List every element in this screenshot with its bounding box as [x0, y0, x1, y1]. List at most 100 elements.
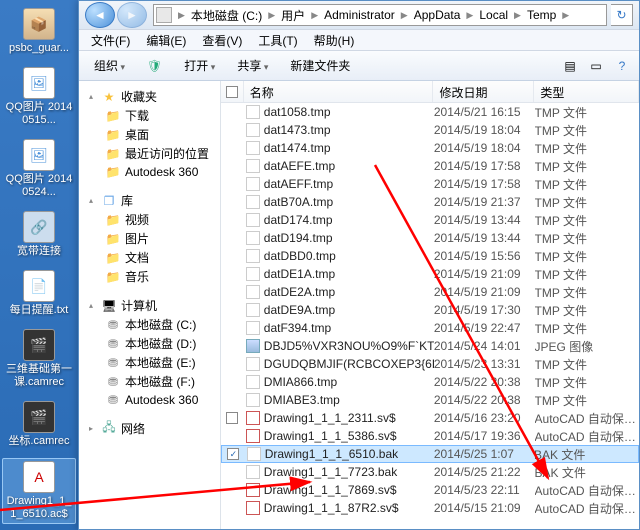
sidebar-item[interactable]: 📁 Autodesk 360: [79, 163, 220, 181]
crumb-item[interactable]: Administrator: [320, 8, 399, 22]
drive-icon: [156, 7, 172, 23]
crumb-item[interactable]: 本地磁盘 (C:): [187, 7, 266, 24]
share-button[interactable]: 共享: [228, 53, 277, 78]
table-row[interactable]: datDE2A.tmp 2014/5/19 21:09 TMP 文件: [221, 283, 639, 301]
table-row[interactable]: datF394.tmp 2014/5/19 22:47 TMP 文件: [221, 319, 639, 337]
col-name[interactable]: 名称: [244, 81, 434, 102]
crumb-item[interactable]: AppData: [410, 8, 465, 22]
table-row[interactable]: datAEFF.tmp 2014/5/19 17:58 TMP 文件: [221, 175, 639, 193]
view-mode-button[interactable]: ▤: [559, 55, 581, 77]
sidebar-item[interactable]: 📁 桌面: [79, 125, 220, 144]
menu-view[interactable]: 查看(V): [194, 30, 250, 51]
sidebar-item[interactable]: 📁 图片: [79, 229, 220, 248]
drive-icon: ⛃: [105, 336, 121, 352]
table-row[interactable]: dat1058.tmp 2014/5/21 16:15 TMP 文件: [221, 103, 639, 121]
file-name: datAEFF.tmp: [264, 177, 333, 191]
table-row[interactable]: datAEFE.tmp 2014/5/19 17:58 TMP 文件: [221, 157, 639, 175]
sidebar-group-head[interactable]: ▴★ 收藏夹: [79, 87, 220, 106]
table-row[interactable]: Drawing1_1_1_2311.sv$ 2014/5/16 23:20 Au…: [221, 409, 639, 427]
breadcrumb[interactable]: ▶本地磁盘 (C:)▶用户▶Administrator▶AppData▶Loca…: [153, 4, 607, 26]
newfolder-button[interactable]: 新建文件夹: [281, 53, 359, 78]
sidebar-item[interactable]: ⛃ 本地磁盘 (E:): [79, 353, 220, 372]
table-row[interactable]: DMIABE3.tmp 2014/5/22 20:38 TMP 文件: [221, 391, 639, 409]
file-type: AutoCAD 自动保…: [535, 410, 639, 427]
icon-label: QQ图片 20140524...: [4, 173, 74, 199]
help-icon[interactable]: ?: [611, 55, 633, 77]
sidebar-item[interactable]: ⛃ 本地磁盘 (F:): [79, 372, 220, 391]
crumb-item[interactable]: Temp: [523, 8, 560, 22]
col-date[interactable]: 修改日期: [433, 81, 534, 102]
file-icon: [246, 141, 260, 155]
refresh-button[interactable]: ↻: [611, 4, 633, 26]
preview-pane-button[interactable]: ▭: [585, 55, 607, 77]
desktop-icon[interactable]: 🎬 三维基础第一课.camrec: [2, 327, 76, 391]
table-row[interactable]: ✓ Drawing1_1_1_6510.bak 2014/5/25 1:07 B…: [221, 445, 639, 463]
table-row[interactable]: dat1473.tmp 2014/5/19 18:04 TMP 文件: [221, 121, 639, 139]
nav-forward-button[interactable]: ►: [117, 2, 147, 28]
sidebar-group-head[interactable]: ▸🖧 网络: [79, 419, 220, 438]
file-date: 2014/5/24 14:01: [434, 339, 535, 353]
sidebar-group-head[interactable]: ▴❐ 库: [79, 191, 220, 210]
table-row[interactable]: datD174.tmp 2014/5/19 13:44 TMP 文件: [221, 211, 639, 229]
row-checkbox[interactable]: ✓: [227, 448, 239, 460]
crumb-item[interactable]: Local: [475, 8, 512, 22]
crumb-item[interactable]: 用户: [277, 7, 309, 24]
open-button[interactable]: 打开: [175, 53, 224, 78]
file-type: TMP 文件: [535, 302, 639, 319]
col-type[interactable]: 类型: [534, 81, 639, 102]
sidebar-item-label: 本地磁盘 (D:): [125, 335, 196, 352]
table-row[interactable]: Drawing1_1_1_7869.sv$ 2014/5/23 22:11 Au…: [221, 481, 639, 499]
desktop-icon[interactable]: A Drawing1_1_1_6510.ac$: [2, 458, 76, 524]
table-row[interactable]: DBJD5%VXR3NOU%O9%F`KTCY.jpg 2014/5/24 14…: [221, 337, 639, 355]
sidebar-item[interactable]: 📁 文档: [79, 248, 220, 267]
table-row[interactable]: Drawing1_1_1_5386.sv$ 2014/5/17 19:36 Au…: [221, 427, 639, 445]
organize-button[interactable]: 组织: [85, 53, 134, 78]
file-name: dat1473.tmp: [264, 123, 331, 137]
table-row[interactable]: DMIA866.tmp 2014/5/22 20:38 TMP 文件: [221, 373, 639, 391]
file-icon: 🖼: [23, 67, 55, 99]
sidebar-item[interactable]: 📁 视频: [79, 210, 220, 229]
sidebar-item[interactable]: 📁 音乐: [79, 267, 220, 286]
file-date: 2014/5/19 13:44: [434, 231, 535, 245]
menu-help[interactable]: 帮助(H): [306, 30, 363, 51]
table-row[interactable]: datD194.tmp 2014/5/19 13:44 TMP 文件: [221, 229, 639, 247]
file-list[interactable]: dat1058.tmp 2014/5/21 16:15 TMP 文件 dat14…: [221, 103, 639, 529]
menu-tools[interactable]: 工具(T): [250, 30, 305, 51]
table-row[interactable]: DGUDQBMJIF(RCBCOXEP3{6P.tmp 2014/5/23 13…: [221, 355, 639, 373]
desktop-icon[interactable]: 🎬 坐标.camrec: [2, 399, 76, 450]
file-icon: [246, 483, 260, 497]
nav-back-button[interactable]: ◄: [85, 2, 115, 28]
table-row[interactable]: datDBD0.tmp 2014/5/19 15:56 TMP 文件: [221, 247, 639, 265]
desktop-icon[interactable]: 🖼 QQ图片 20140524...: [2, 137, 76, 201]
table-row[interactable]: Drawing1_1_1_7723.bak 2014/5/25 21:22 BA…: [221, 463, 639, 481]
desktop-icon[interactable]: 🔗 宽带连接: [2, 209, 76, 260]
row-checkbox[interactable]: [226, 412, 238, 424]
menu-file[interactable]: 文件(F): [83, 30, 138, 51]
sidebar-item[interactable]: ⛃ 本地磁盘 (C:): [79, 315, 220, 334]
menu-edit[interactable]: 编辑(E): [138, 30, 194, 51]
file-icon: [246, 123, 260, 137]
table-row[interactable]: Drawing1_1_1_87R2.sv$ 2014/5/15 21:09 Au…: [221, 499, 639, 517]
sidebar-group-head[interactable]: ▴🖥 计算机: [79, 296, 220, 315]
sidebar-item[interactable]: ⛃ Autodesk 360: [79, 391, 220, 409]
table-row[interactable]: datDE1A.tmp 2014/5/19 21:09 TMP 文件: [221, 265, 639, 283]
sidebar-item[interactable]: ⛃ 本地磁盘 (D:): [79, 334, 220, 353]
file-name: datD194.tmp: [264, 231, 333, 245]
file-type: TMP 文件: [535, 176, 639, 193]
table-row[interactable]: datB70A.tmp 2014/5/19 21:37 TMP 文件: [221, 193, 639, 211]
sidebar-item[interactable]: 📁 下载: [79, 106, 220, 125]
desktop-icon[interactable]: 📦 psbc_guar...: [2, 6, 76, 57]
file-icon: [246, 303, 260, 317]
col-checkbox[interactable]: [221, 81, 244, 102]
sidebar-item-label: 本地磁盘 (E:): [125, 354, 196, 371]
folder-icon: 📁: [105, 127, 121, 143]
file-name: Drawing1_1_1_87R2.sv$: [264, 501, 399, 515]
table-row[interactable]: dat1474.tmp 2014/5/19 18:04 TMP 文件: [221, 139, 639, 157]
table-row[interactable]: datDE9A.tmp 2014/5/19 17:30 TMP 文件: [221, 301, 639, 319]
sidebar-item[interactable]: 📁 最近访问的位置: [79, 144, 220, 163]
desktop-icon[interactable]: 🖼 QQ图片 20140515...: [2, 65, 76, 129]
folder-icon: 📁: [105, 269, 121, 285]
chevron-right-icon: ▶: [399, 10, 410, 21]
file-type: AutoCAD 自动保…: [535, 428, 639, 445]
desktop-icon[interactable]: 📄 每日提醒.txt: [2, 268, 76, 319]
